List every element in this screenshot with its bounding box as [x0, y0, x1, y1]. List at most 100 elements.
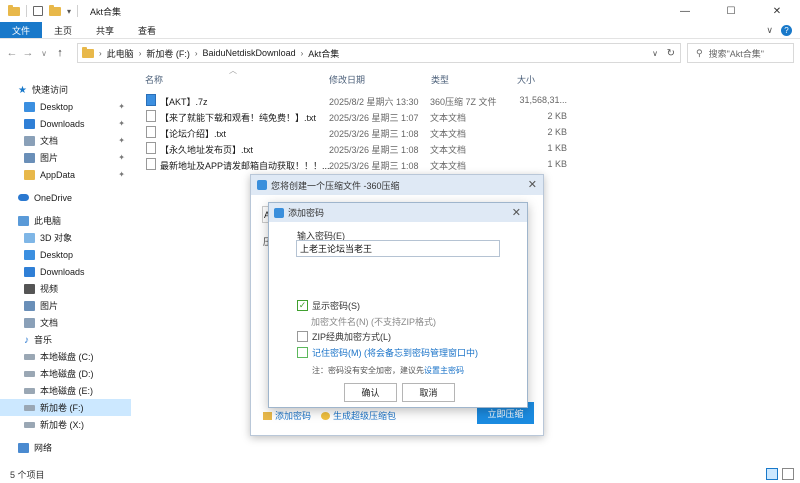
navigation-pane: ★ 快速访问 Desktop ✦ Downloads ✦ 文档 ✦ 图片 ✦ A…	[0, 77, 131, 465]
pin-icon[interactable]: ✦	[118, 119, 125, 128]
compress-dialog-title-bar[interactable]: 您将创建一个压缩文件 -360压缩	[251, 175, 543, 195]
sidebar-item-downloads[interactable]: Downloads ✦	[0, 115, 131, 132]
breadcrumb-drive-f[interactable]: 新加卷 (F:)	[146, 47, 190, 60]
recent-locations-button[interactable]: ∨	[36, 49, 52, 58]
pin-icon[interactable]: ✦	[118, 153, 125, 162]
sidebar-item-pc-pictures[interactable]: 图片	[0, 297, 131, 314]
search-box[interactable]: ⚲ 搜索"Akt合集"	[687, 43, 794, 63]
tab-file[interactable]: 文件	[0, 22, 43, 38]
drive-icon	[24, 387, 35, 394]
breadcrumb-baidunetdisk[interactable]: BaiduNetdiskDownload	[203, 48, 296, 58]
back-button[interactable]: ←	[4, 47, 20, 59]
make-sfx-link[interactable]: 生成超级压缩包	[321, 409, 396, 422]
close-button[interactable]: ✕	[754, 0, 800, 22]
column-date[interactable]: 修改日期	[329, 73, 365, 86]
sidebar-item-appdata[interactable]: AppData ✦	[0, 166, 131, 183]
file-row[interactable]: 【永久地址发布页】.txt 2025/3/26 星期三 1:08 文本文档 1 …	[143, 140, 583, 156]
item-count: 5 个项目	[10, 470, 45, 480]
sidebar-item-drive-x[interactable]: 新加卷 (X:)	[0, 416, 131, 433]
set-master-password-link[interactable]: 设置主密码	[424, 366, 464, 375]
drive-icon	[24, 421, 35, 428]
minimize-button[interactable]: —	[662, 0, 708, 22]
column-name[interactable]: 名称	[145, 73, 163, 86]
column-headers: 名称 修改日期 类型 大小	[137, 70, 777, 86]
tab-view[interactable]: 查看	[126, 22, 168, 38]
ribbon-expand-icon[interactable]: ∨	[766, 25, 773, 36]
up-button[interactable]: ↑	[52, 47, 68, 59]
file-row[interactable]: 【来了就能下载和观看！纯免费！】.txt 2025/3/26 星期三 1:07 …	[143, 108, 583, 124]
forward-button[interactable]: →	[20, 47, 36, 59]
search-icon: ⚲	[696, 47, 703, 58]
ribbon: 文件 主页 共享 查看 ∨ ?	[0, 22, 800, 39]
column-size[interactable]: 大小	[517, 73, 535, 86]
desktop-icon	[24, 101, 35, 112]
password-dialog-title-bar[interactable]: 添加密码	[269, 203, 527, 222]
remember-password-option[interactable]: 记住密码(M) (将会备忘到密码管理窗口中)	[297, 346, 478, 359]
show-password-option[interactable]: ✓ 显示密码(S)	[297, 299, 360, 312]
lightning-icon	[321, 411, 330, 420]
file-row[interactable]: 最新地址及APP请发邮箱自动获取！！！... 2025/3/26 星期三 1:0…	[143, 156, 583, 172]
sidebar-item-drive-d[interactable]: 本地磁盘 (D:)	[0, 365, 131, 382]
navigation-bar: ← → ∨ ↑ › 此电脑 › 新加卷 (F:) › BaiduNetdiskD…	[0, 40, 800, 66]
sidebar-item-drive-c[interactable]: 本地磁盘 (C:)	[0, 348, 131, 365]
sidebar-item-pictures[interactable]: 图片 ✦	[0, 149, 131, 166]
pin-icon[interactable]: ✦	[118, 136, 125, 145]
documents-icon	[24, 135, 35, 146]
column-type[interactable]: 类型	[431, 73, 449, 86]
sidebar-item-documents[interactable]: 文档 ✦	[0, 132, 131, 149]
address-dropdown-icon[interactable]: ∨	[652, 49, 658, 58]
sidebar-quick-access[interactable]: ★ 快速访问	[0, 81, 131, 98]
breadcrumb-this-pc[interactable]: 此电脑	[107, 47, 134, 60]
pin-icon[interactable]: ✦	[118, 102, 125, 111]
video-icon	[24, 283, 35, 294]
details-view-icon[interactable]	[766, 468, 778, 480]
desktop-icon	[24, 249, 35, 260]
refresh-icon[interactable]: ↻	[667, 48, 675, 59]
properties-icon[interactable]	[33, 6, 43, 16]
search-input[interactable]: 搜索"Akt合集"	[709, 47, 764, 60]
drive-icon	[24, 404, 35, 411]
sidebar-item-drive-e[interactable]: 本地磁盘 (E:)	[0, 382, 131, 399]
sidebar-this-pc[interactable]: 此电脑	[0, 212, 131, 229]
password-dialog-title: 添加密码	[288, 208, 325, 218]
password-input[interactable]: 上老王论坛当老王	[296, 240, 500, 257]
downloads-icon	[24, 118, 35, 129]
sidebar-item-pc-documents[interactable]: 文档	[0, 314, 131, 331]
qa-dropdown-icon[interactable]: ▾	[67, 7, 71, 16]
file-row[interactable]: 【AKT】.7z 2025/8/2 星期六 13:30 360压缩 7Z 文件 …	[143, 92, 583, 108]
archive-icon	[146, 94, 156, 106]
show-password-checkbox[interactable]: ✓	[297, 300, 308, 311]
add-password-link[interactable]: 添加密码	[263, 409, 311, 422]
sidebar-network[interactable]: 网络	[0, 439, 131, 456]
sidebar-item-3d-objects[interactable]: 3D 对象	[0, 229, 131, 246]
sidebar-item-videos[interactable]: 视频	[0, 280, 131, 297]
sidebar-item-desktop[interactable]: Desktop ✦	[0, 98, 131, 115]
pictures-icon	[24, 152, 35, 163]
tab-home[interactable]: 主页	[42, 22, 84, 38]
cloud-icon	[18, 194, 29, 201]
breadcrumb-akt[interactable]: Akt合集	[308, 47, 339, 60]
maximize-button[interactable]: ☐	[708, 0, 754, 22]
zip-classic-checkbox[interactable]	[297, 331, 308, 342]
new-folder-icon[interactable]	[49, 4, 61, 16]
sidebar-item-pc-desktop[interactable]: Desktop	[0, 246, 131, 263]
pin-icon[interactable]: ✦	[118, 170, 125, 179]
sidebar-onedrive[interactable]: OneDrive	[0, 189, 131, 206]
cancel-button[interactable]: 取消	[402, 383, 455, 402]
address-bar[interactable]: › 此电脑 › 新加卷 (F:) › BaiduNetdiskDownload …	[77, 43, 681, 63]
ok-button[interactable]: 确认	[344, 383, 397, 402]
sidebar-item-music[interactable]: ♪ 音乐	[0, 331, 131, 348]
file-row[interactable]: 【论坛介绍】.txt 2025/3/26 星期三 1:08 文本文档 2 KB	[143, 124, 583, 140]
360-logo-icon	[274, 207, 284, 218]
sidebar-item-drive-f[interactable]: 新加卷 (F:)	[0, 399, 131, 416]
large-icons-view-icon[interactable]	[782, 468, 794, 480]
sidebar-item-pc-downloads[interactable]: Downloads	[0, 263, 131, 280]
zip-classic-option[interactable]: ZIP经典加密方式(L)	[297, 330, 391, 343]
separator	[26, 5, 27, 17]
status-bar: 5 个项目	[0, 466, 800, 483]
password-dialog-close-icon[interactable]: ✕	[512, 206, 521, 219]
compress-dialog-close-icon[interactable]: ✕	[528, 178, 537, 191]
help-icon[interactable]: ?	[781, 25, 792, 36]
tab-share[interactable]: 共享	[84, 22, 126, 38]
remember-password-checkbox[interactable]	[297, 347, 308, 358]
